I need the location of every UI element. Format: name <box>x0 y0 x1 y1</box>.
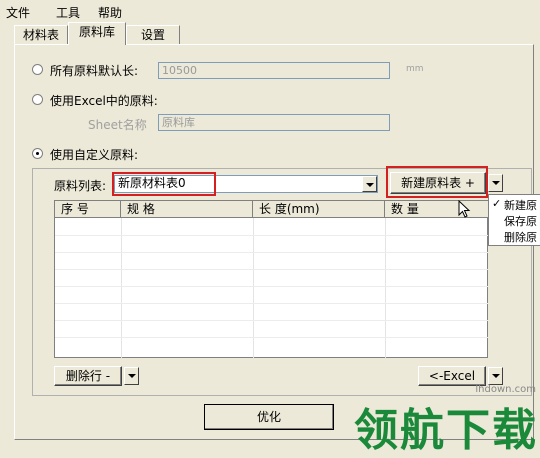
radio-custom-label: 使用自定义原料: <box>50 148 139 162</box>
unit-label: mm <box>406 64 424 74</box>
delete-row-button[interactable]: 删除行 - <box>54 366 122 386</box>
menu-file[interactable]: 文件 <box>6 4 30 21</box>
optimize-button[interactable]: 优化 <box>204 404 334 430</box>
col-header-spec[interactable]: 规 格 <box>121 201 253 218</box>
tab-materials[interactable]: 材料表 <box>14 25 68 44</box>
watermark-text: 领航下载 <box>354 405 538 456</box>
popup-item-save[interactable]: 保存原 <box>504 213 537 229</box>
sheet-name-input[interactable]: 原料库 <box>158 114 390 131</box>
popup-item-delete[interactable]: 删除原 <box>504 229 537 245</box>
radio-default-length-label: 所有原料默认长: <box>50 64 139 78</box>
col-header-qty[interactable]: 数 量 <box>385 201 489 218</box>
popup-menu: ✓ 新建原 保存原 删除原 <box>488 194 540 246</box>
delete-row-menu-arrow[interactable] <box>124 367 139 385</box>
chevron-down-icon[interactable] <box>362 176 377 192</box>
sheet-name-label: Sheet名称 <box>88 118 147 132</box>
popup-item-new[interactable]: 新建原 <box>504 197 537 213</box>
material-list-label: 原料列表: <box>54 179 107 193</box>
tab-strip: 材料表 原料库 设置 <box>0 22 540 45</box>
col-header-index[interactable]: 序 号 <box>55 201 121 218</box>
radio-default-length[interactable] <box>32 64 43 75</box>
import-excel-button[interactable]: <-Excel <box>418 366 486 386</box>
menu-bar: 文件 工具 帮助 <box>0 0 540 22</box>
menu-tools[interactable]: 工具 <box>56 4 80 21</box>
radio-excel[interactable] <box>32 94 43 105</box>
highlight-box <box>112 172 216 196</box>
highlight-box <box>386 166 488 198</box>
default-length-input[interactable]: 10500 <box>158 62 390 79</box>
new-list-menu-arrow[interactable] <box>488 174 503 192</box>
cursor-icon <box>458 200 471 218</box>
excel-menu-arrow[interactable] <box>488 367 503 385</box>
menu-help[interactable]: 帮助 <box>98 4 122 21</box>
radio-excel-label: 使用Excel中的原料: <box>50 94 158 108</box>
tab-settings[interactable]: 设置 <box>126 25 180 44</box>
radio-custom[interactable] <box>32 148 43 159</box>
tab-raw-library[interactable]: 原料库 <box>68 22 126 45</box>
watermark-logo: lhdown.com 领航下载 <box>352 384 540 456</box>
col-header-length[interactable]: 长 度(mm) <box>253 201 385 218</box>
material-grid[interactable]: 序 号 规 格 长 度(mm) 数 量 <box>54 200 489 359</box>
checkmark-icon: ✓ <box>492 197 502 210</box>
